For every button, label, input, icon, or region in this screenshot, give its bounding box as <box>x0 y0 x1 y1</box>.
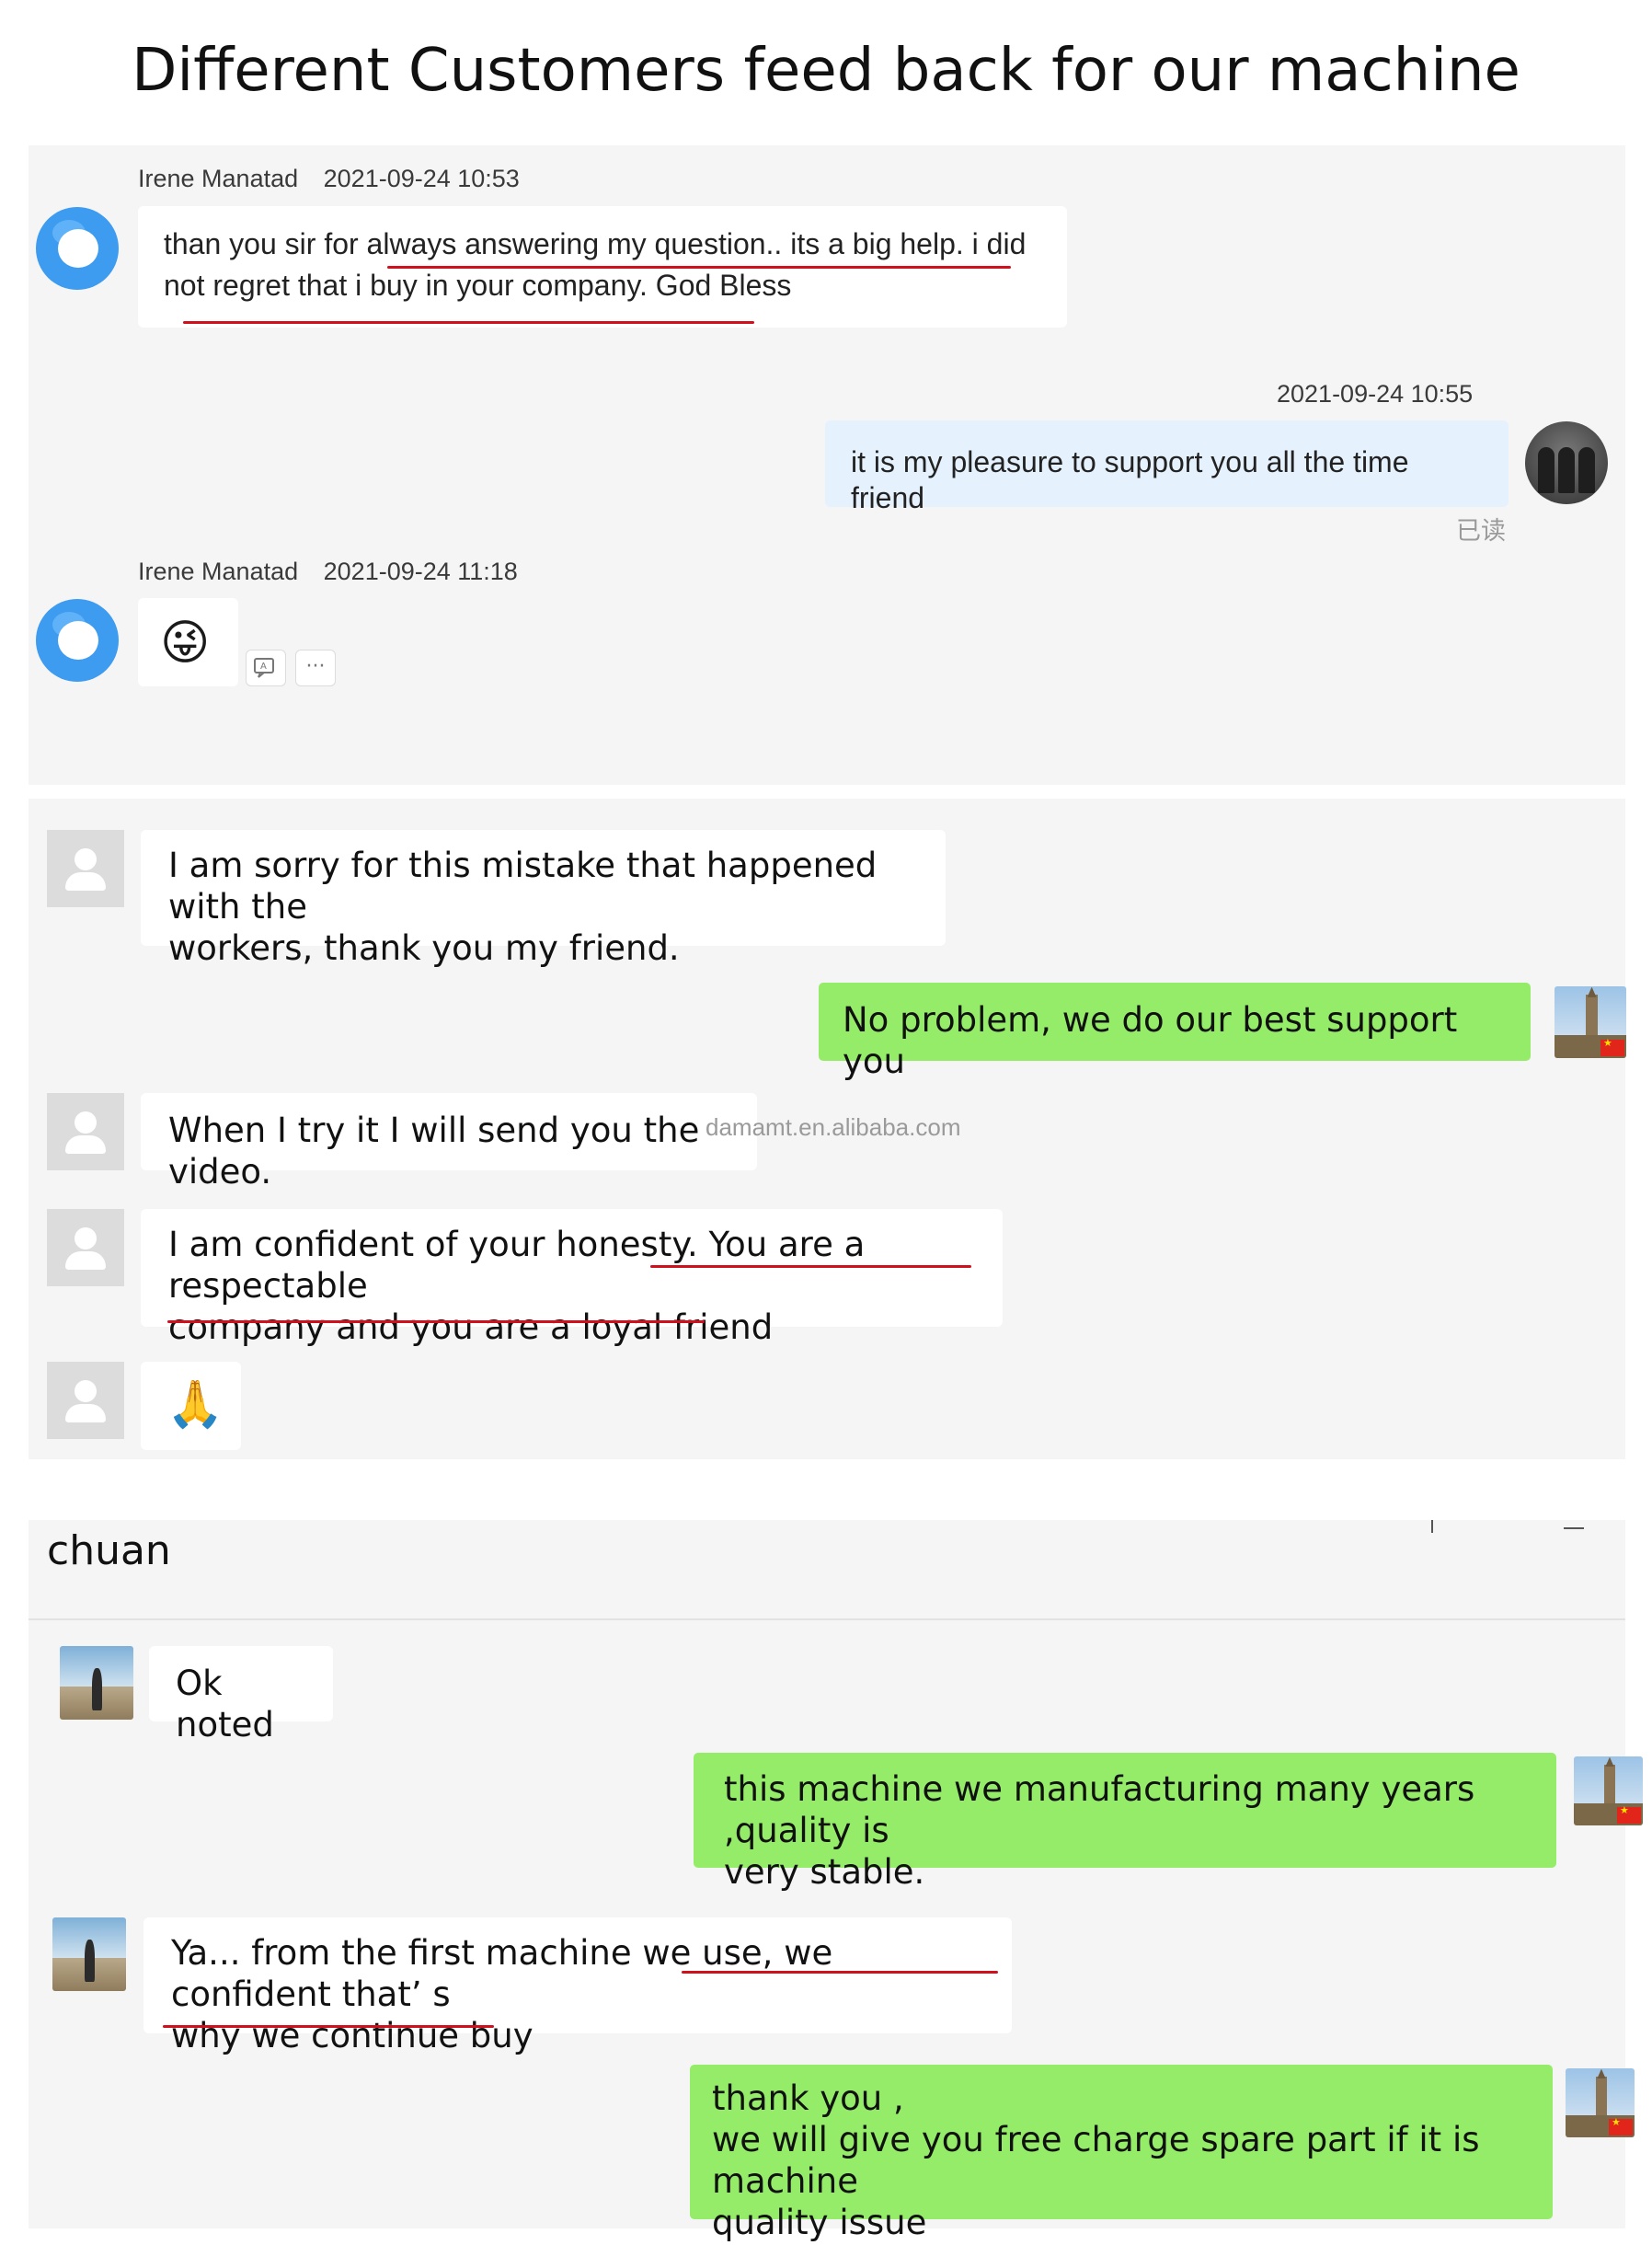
message-line: this machine we manufacturing many years… <box>724 1769 1475 1851</box>
svg-text:A: A <box>260 662 267 672</box>
message-time: 2021-09-24 10:53 <box>323 165 520 192</box>
chat-panel-wechat-2: chuan Ok noted this machine we manufactu… <box>29 1520 1643 2242</box>
read-status: 已读 <box>1456 517 1506 546</box>
avatar-placeholder[interactable] <box>47 1362 124 1439</box>
highlight-underline <box>387 266 1011 269</box>
avatar-placeholder[interactable] <box>47 830 124 907</box>
highlight-underline <box>183 321 754 324</box>
header-divider <box>29 1618 1625 1620</box>
message-bubble-self[interactable]: this machine we manufacturing many years… <box>694 1753 1556 1892</box>
message-header: Irene Manatad 2021-09-24 10:53 <box>138 165 520 193</box>
message-line: very stable. <box>724 1852 925 1893</box>
message-line: why we continue buy <box>171 2016 533 2056</box>
highlight-underline <box>682 1971 998 1974</box>
avatar-chuan[interactable] <box>60 1646 133 1720</box>
avatar-self-city[interactable] <box>1566 2068 1635 2137</box>
avatar-irene[interactable] <box>36 599 119 682</box>
avatar-placeholder[interactable] <box>47 1093 124 1170</box>
page-title: Different Customers feed back for our ma… <box>132 37 1520 105</box>
message-bubble[interactable]: I am sorry for this mistake that happene… <box>141 830 946 968</box>
avatar-placeholder[interactable] <box>47 1209 124 1286</box>
china-flag-icon <box>1617 1804 1641 1824</box>
message-time: 2021-09-24 10:55 <box>1277 380 1474 408</box>
message-line: we will give you free charge spare part … <box>712 2120 1480 2202</box>
message-time: 2021-09-24 11:18 <box>323 558 518 585</box>
avatar-self-team[interactable] <box>1525 421 1608 504</box>
message-bubble[interactable]: Ya... from the first machine we use, we … <box>143 1917 1012 2055</box>
emoji-wink: 😜 <box>160 616 211 671</box>
window-control-mark <box>1564 1527 1584 1529</box>
avatar-self-city[interactable] <box>1574 1756 1643 1825</box>
message-line: not regret that i buy in your company. G… <box>164 269 792 303</box>
emoji-message-bubble[interactable]: 😜 <box>138 598 238 686</box>
message-line: I am sorry for this mistake that happene… <box>168 846 878 927</box>
china-flag-icon <box>1600 1037 1624 1056</box>
avatar-chuan[interactable] <box>52 1917 126 1991</box>
message-line: Ya... from the first machine we use, we … <box>171 1933 833 2015</box>
message-text: it is my pleasure to support you all the… <box>851 445 1409 515</box>
window-control-mark <box>1431 1520 1433 1533</box>
highlight-underline <box>650 1265 971 1268</box>
message-bubble-self[interactable]: No problem, we do our best support you <box>819 983 1531 1081</box>
message-line: quality issue <box>712 2203 927 2243</box>
message-line: than you sir for always answering my que… <box>164 227 1027 260</box>
message-line: workers, thank you my friend. <box>168 928 680 969</box>
message-line: thank you , <box>712 2078 904 2118</box>
chat-contact-name: chuan <box>47 1527 171 1574</box>
message-line: company and you are a loyal friend <box>168 1307 774 1348</box>
message-line: When I try it I will send you the video. <box>168 1111 700 1192</box>
china-flag-icon <box>1609 2116 1633 2136</box>
emoji-message-bubble[interactable]: 🙏 <box>141 1362 241 1450</box>
sender-name: Irene Manatad <box>138 558 299 585</box>
translate-icon[interactable]: A <box>246 650 286 686</box>
more-icon[interactable]: ··· <box>295 650 336 686</box>
highlight-underline <box>167 1320 705 1323</box>
watermark: damamt.en.alibaba.com <box>706 1113 961 1141</box>
message-header: Irene Manatad 2021-09-24 11:18 <box>138 558 518 586</box>
message-bubble-self[interactable]: thank you , we will give you free charge… <box>690 2065 1553 2242</box>
avatar-self-city[interactable] <box>1554 986 1626 1058</box>
message-line: Ok noted <box>176 1664 274 1745</box>
translate-glyph: A <box>254 658 274 678</box>
message-bubble-self[interactable]: it is my pleasure to support you all the… <box>825 420 1509 514</box>
message-line: No problem, we do our best support you <box>843 1000 1458 1082</box>
message-bubble[interactable]: Ok noted <box>149 1646 333 1744</box>
message-bubble[interactable]: I am confident of your honesty. You are … <box>141 1209 1003 1347</box>
avatar-irene[interactable] <box>36 207 119 290</box>
emoji-folded-hands: 🙏 <box>166 1377 224 1431</box>
highlight-underline <box>163 2025 494 2028</box>
chat-panel-wechat-1: I am sorry for this mistake that happene… <box>29 799 1626 1459</box>
sender-name: Irene Manatad <box>138 165 299 192</box>
message-bubble[interactable]: When I try it I will send you the video. <box>141 1093 757 1192</box>
chat-panel-dingtalk: Irene Manatad 2021-09-24 10:53 than you … <box>29 145 1625 785</box>
